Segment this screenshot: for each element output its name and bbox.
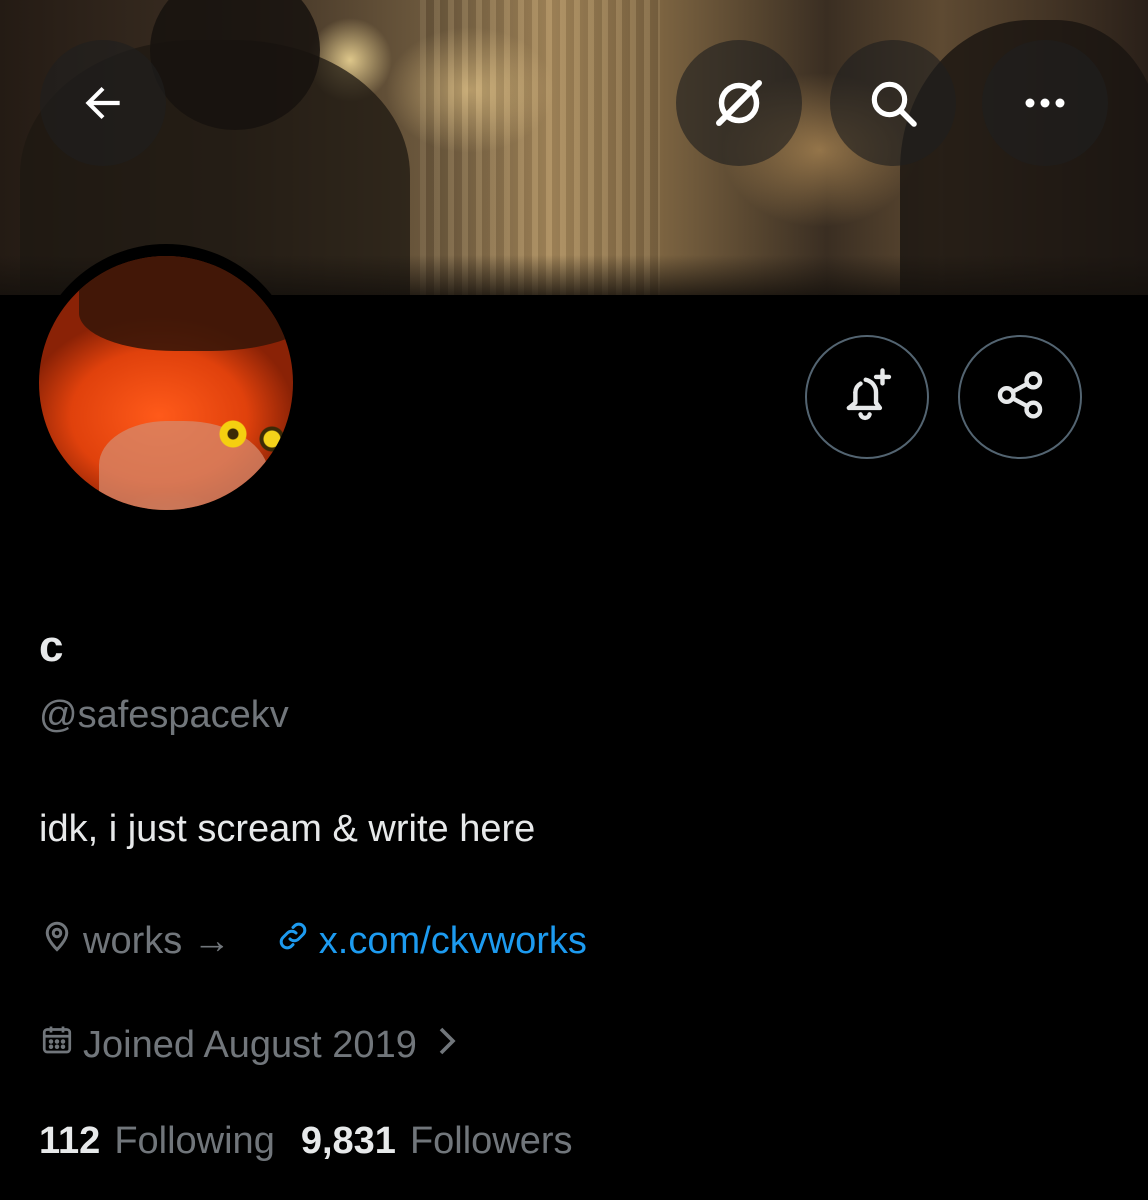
profile-meta-row: works → x.com/ckvworks	[39, 918, 587, 964]
grok-button[interactable]	[676, 40, 802, 166]
banner-curtain	[420, 0, 660, 295]
followers-label[interactable]: Followers	[410, 1120, 573, 1163]
search-button[interactable]	[830, 40, 956, 166]
link-icon	[275, 918, 319, 964]
more-horizontal-icon	[1020, 93, 1070, 113]
bell-plus-icon	[836, 364, 898, 431]
display-name: c	[39, 622, 64, 671]
profile-website-link[interactable]: x.com/ckvworks	[275, 918, 587, 964]
joined-date: Joined August 2019	[83, 1023, 417, 1066]
profile-bio: idk, i just scream & write here	[39, 808, 536, 850]
avatar[interactable]	[39, 256, 293, 510]
profile-location: works →	[83, 919, 231, 962]
search-icon	[865, 75, 921, 131]
share-icon	[991, 366, 1049, 429]
chevron-right-icon	[435, 1024, 467, 1067]
following-label[interactable]: Following	[114, 1120, 275, 1163]
back-button[interactable]	[40, 40, 166, 166]
followers-count[interactable]: 9,831	[301, 1120, 396, 1163]
arrow-left-icon	[78, 78, 128, 128]
calendar-icon	[39, 1022, 83, 1068]
grok-icon	[709, 73, 769, 133]
profile-stats: 112 Following 9,831 Followers	[39, 1120, 599, 1163]
avatar-hair	[79, 256, 293, 351]
joined-row[interactable]: Joined August 2019	[39, 1022, 467, 1068]
website-text[interactable]: x.com/ckvworks	[319, 920, 587, 963]
user-handle: @safespacekv	[39, 694, 289, 736]
following-count[interactable]: 112	[39, 1120, 100, 1163]
share-button[interactable]	[958, 335, 1082, 459]
sunflower-icon	[219, 420, 247, 448]
notifications-button[interactable]	[805, 335, 929, 459]
more-button[interactable]	[982, 40, 1108, 166]
location-icon	[39, 918, 83, 964]
